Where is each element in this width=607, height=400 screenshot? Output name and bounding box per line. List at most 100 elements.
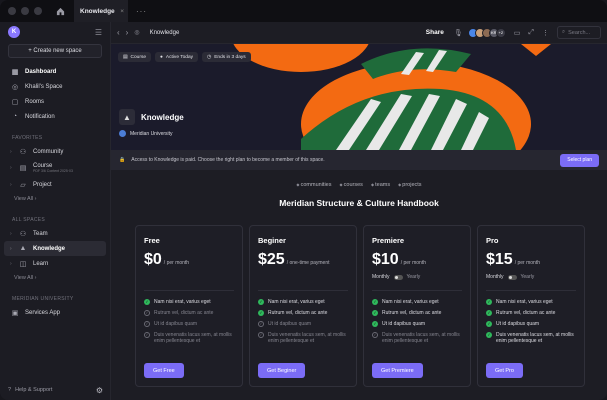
sidebar-item-khalils-space[interactable]: ◎ Khalil's Space: [0, 79, 110, 94]
check-icon: ✓: [486, 299, 492, 305]
tab-knowledge[interactable]: Knowledge ×: [74, 0, 128, 22]
plan-name: Beginer: [258, 236, 286, 245]
get-free-button[interactable]: Get Free: [144, 363, 184, 378]
book-icon: ▤: [19, 165, 27, 172]
lock-icon: 🔒: [119, 157, 126, 163]
create-space-button[interactable]: + Create new space: [8, 44, 102, 58]
plan-card-free: Free $0/ per month ✓ Nam nisi erat, variu…: [135, 225, 243, 387]
member-avatars[interactable]: KR +2: [467, 27, 506, 38]
chevron-right-icon[interactable]: ›: [10, 246, 16, 252]
share-button[interactable]: Share: [426, 29, 444, 36]
sidebar-item-knowledge[interactable]: › ▲ Knowledge: [4, 241, 106, 256]
forward-arrow-icon[interactable]: ›: [126, 28, 129, 37]
org-heading: MERIDIAN UNIVERSITY: [12, 296, 74, 302]
chevron-right-icon[interactable]: ›: [10, 261, 16, 267]
tag-projects[interactable]: projects: [398, 182, 421, 188]
check-icon: ✓: [372, 310, 378, 316]
more-icon[interactable]: ⋮: [542, 29, 549, 37]
check-empty-icon: ✓: [258, 332, 264, 338]
view-all-spaces-link[interactable]: View All ›: [0, 271, 110, 285]
chat-icon[interactable]: ▭: [514, 29, 521, 37]
expand-icon[interactable]: ⤢: [528, 29, 534, 37]
plan-feature: ✓ Nam nisi erat, varius eget: [258, 299, 348, 305]
sidebar-item-label: Project: [33, 181, 52, 188]
more-tabs-icon[interactable]: ···: [136, 7, 147, 16]
sidebar-item-dashboard[interactable]: ▦ Dashboard: [0, 64, 110, 79]
plan-feature: ✓ Rutrum vel, dictum ac ante: [486, 310, 576, 316]
feature-text: Rutrum vel, dictum ac ante: [382, 310, 442, 316]
plan-feature: ✓ Ut id dapibus quam: [258, 321, 348, 327]
app-window: Knowledge × ··· K ☰ + Create new space ▦…: [0, 0, 607, 400]
avatar[interactable]: K: [8, 26, 20, 38]
maximize-window-button[interactable]: [34, 7, 42, 15]
select-plan-button[interactable]: Select plan: [560, 153, 599, 167]
divider: [258, 290, 348, 291]
search-input[interactable]: ⌕ Search...: [557, 26, 601, 39]
chevron-right-icon[interactable]: ›: [10, 182, 16, 188]
billing-toggle[interactable]: Monthly Yearly: [372, 273, 462, 281]
tag-courses[interactable]: courses: [339, 182, 363, 188]
get-premiere-button[interactable]: Get Premiere: [372, 363, 423, 378]
tab-close-icon[interactable]: ×: [120, 8, 124, 15]
feature-text: Ut id dapibus quam: [496, 321, 540, 327]
top-bar: ‹ › ◎ Knowledge Share 🎙 KR +2 ▭ ⤢ ⋮ ⌕ Se…: [111, 22, 607, 44]
sidebar-item-rooms[interactable]: ▢ Rooms: [0, 94, 110, 109]
globe-icon: ◎: [134, 30, 140, 36]
gear-icon[interactable]: ⚙: [96, 386, 103, 395]
feature-text: Nam nisi erat, varius eget: [154, 299, 211, 305]
sidebar-item-notification[interactable]: ◔ Notification: [0, 109, 110, 124]
sidebar-item-course[interactable]: › ▤ Course PDF 3/6 Content 2025·03: [0, 159, 110, 177]
sidebar-item-label: Community: [33, 148, 64, 155]
chevron-right-icon[interactable]: ›: [10, 149, 16, 155]
get-beginer-button[interactable]: Get Beginer: [258, 363, 306, 378]
paid-access-notice: 🔒 Access to Knowledge is paid. Choose th…: [111, 150, 607, 170]
sidebar-item-label: Rooms: [25, 98, 45, 105]
get-pro-button[interactable]: Get Pro: [486, 363, 523, 378]
help-icon[interactable]: ?: [8, 387, 11, 393]
view-all-favorites-link[interactable]: View All ›: [0, 192, 110, 206]
feature-text: Nam nisi erat, varius eget: [382, 299, 439, 305]
plan-feature: ✓ Ut id dapibus quam: [372, 321, 462, 327]
chip-ends: ◷ Ends in 3 days: [202, 52, 251, 62]
sidebar-toggle-icon[interactable]: ☰: [95, 28, 102, 37]
plan-card-premiere: Premiere $10/ per month Monthly Yearly ✓ N…: [363, 225, 471, 387]
plan-card-pro: Pro $15/ per month Monthly Yearly ✓ Nam ni…: [477, 225, 585, 387]
sidebar-item-learn[interactable]: › ◫ Learn: [0, 256, 110, 271]
sidebar-item-project[interactable]: › ▱ Project: [0, 177, 110, 192]
cap-icon: ▲: [119, 109, 135, 125]
sidebar-footer: ? Help & Support ⚙: [0, 380, 111, 400]
feature-text: Ut id dapibus quam: [382, 321, 426, 327]
billing-switch[interactable]: [393, 274, 403, 280]
chevron-right-icon[interactable]: ›: [10, 165, 16, 171]
minimize-window-button[interactable]: [21, 7, 29, 15]
check-empty-icon: ✓: [144, 310, 150, 316]
sidebar-item-community[interactable]: › ⚇ Community: [0, 144, 110, 159]
close-window-button[interactable]: [8, 7, 16, 15]
help-link[interactable]: Help & Support: [15, 387, 52, 393]
chip-label: Course: [130, 54, 147, 60]
sidebar-item-sublabel: PDF 3/6 Content 2025·03: [33, 169, 73, 173]
tag-teams[interactable]: teams: [371, 182, 390, 188]
billing-switch[interactable]: [507, 274, 517, 280]
back-arrow-icon[interactable]: ‹: [117, 28, 120, 37]
chip-active: ● Active Today: [155, 52, 199, 62]
space-chips: ▤ Course ● Active Today ◷ Ends in 3 days: [118, 52, 251, 62]
plan-price: $15: [486, 251, 513, 268]
check-icon: ✓: [258, 310, 264, 316]
bell-icon: ◔: [12, 113, 18, 120]
mic-icon[interactable]: 🎙: [454, 29, 463, 37]
handbook-title: Meridian Structure & Culture Handbook: [279, 198, 439, 208]
tag-communities[interactable]: communities: [296, 182, 332, 188]
tab-label: Knowledge: [80, 7, 115, 15]
billing-toggle[interactable]: Monthly Yearly: [486, 273, 576, 281]
home-icon[interactable]: [54, 5, 66, 17]
favorites-heading: FAVORITES: [12, 135, 43, 141]
sidebar-item-team[interactable]: › ⚇ Team: [0, 226, 110, 241]
app-icon: ▣: [11, 309, 19, 317]
sidebar-item-label: Khalil's Space: [25, 83, 63, 90]
folder-icon: ▱: [20, 181, 26, 189]
org-badge[interactable]: Meridian University: [119, 130, 173, 137]
sidebar-item-services-app[interactable]: ▣ Services App: [0, 305, 110, 320]
chevron-right-icon[interactable]: ›: [10, 231, 16, 237]
feature-text: Rutrum vel, dictum ac ante: [154, 310, 214, 316]
